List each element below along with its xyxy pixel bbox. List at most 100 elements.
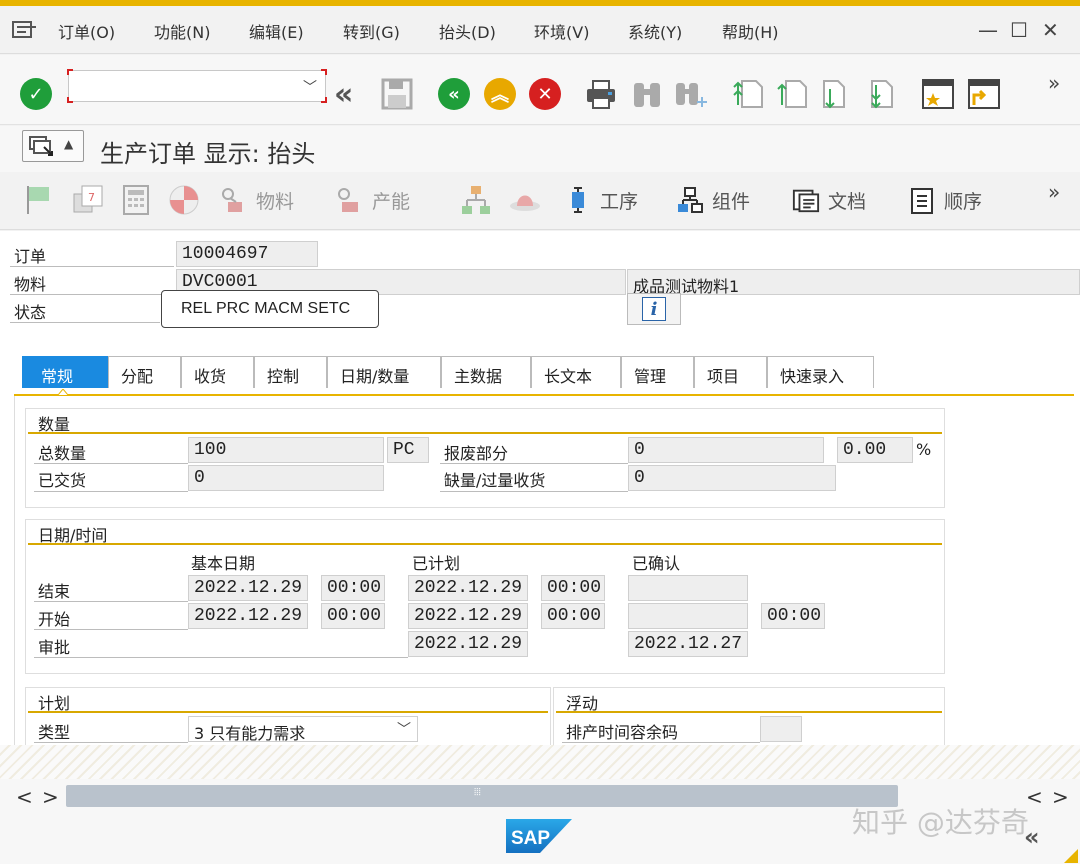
- menu-bar: 订单(O) 功能(N) 编辑(E) 转到(G) 抬头(D) 环境(V) 系统(Y…: [0, 6, 1080, 54]
- calendar-icon[interactable]: 7: [72, 184, 104, 216]
- next-page-icon[interactable]: [820, 77, 854, 111]
- menu-help[interactable]: 帮助(H): [722, 19, 779, 43]
- minimize-button[interactable]: —: [978, 18, 998, 42]
- view-switch-button[interactable]: ▲: [22, 130, 84, 162]
- menu-order[interactable]: 订单(O): [58, 19, 115, 43]
- main-content: 订单 10004697 物料 DVC0001 成品测试物料1 状态 REL PR…: [0, 231, 1080, 779]
- last-page-icon[interactable]: [864, 77, 898, 111]
- start-confirmed-time-field[interactable]: 00:00: [761, 603, 825, 629]
- material-button[interactable]: 物料: [220, 186, 294, 214]
- flag-icon[interactable]: [24, 184, 54, 216]
- capacity-button[interactable]: 产能: [336, 186, 410, 214]
- unit-field[interactable]: PC: [387, 437, 429, 463]
- dates-group: 日期/时间 基本日期 已计划 已确认 结束 2022.12.29 00:00 2…: [25, 519, 945, 674]
- status-field[interactable]: REL PRC MACM SETC: [161, 290, 379, 328]
- create-session-icon[interactable]: [920, 77, 956, 111]
- tab-long-text[interactable]: 长文本: [531, 356, 621, 388]
- order-field[interactable]: 10004697: [176, 241, 318, 267]
- tab-general[interactable]: 常规: [22, 356, 108, 388]
- end-basic-time-field[interactable]: 00:00: [321, 575, 385, 601]
- generate-shortcut-icon[interactable]: [966, 77, 1002, 111]
- hat-icon[interactable]: [508, 186, 542, 214]
- exit-button[interactable]: ︽: [484, 78, 516, 110]
- scrap-field[interactable]: 0: [628, 437, 824, 463]
- end-label: 结束: [38, 582, 71, 601]
- tab-dates-quantities[interactable]: 日期/数量: [327, 356, 441, 388]
- start-confirmed-date-field[interactable]: [628, 603, 748, 629]
- save-icon[interactable]: [380, 77, 414, 111]
- end-scheduled-time-field[interactable]: 00:00: [541, 575, 605, 601]
- toolbar2-overflow-icon[interactable]: »: [1048, 180, 1060, 204]
- cancel-icon: ✕: [529, 78, 561, 110]
- tab-project[interactable]: 项目: [694, 356, 767, 388]
- find-next-icon[interactable]: [674, 77, 710, 111]
- cancel-button[interactable]: ✕: [529, 78, 561, 110]
- find-icon[interactable]: [630, 77, 664, 111]
- end-confirmed-date-field[interactable]: [628, 575, 748, 601]
- first-page-icon[interactable]: [732, 77, 766, 111]
- menu-edit[interactable]: 编辑(E): [249, 19, 304, 43]
- tab-administration[interactable]: 管理: [621, 356, 694, 388]
- start-basic-time-field[interactable]: 00:00: [321, 603, 385, 629]
- back-button[interactable]: «: [438, 78, 470, 110]
- scroll-left-button[interactable]: <: [16, 785, 33, 809]
- scrollbar-thumb[interactable]: ⦙⦙⦙: [66, 785, 898, 807]
- end-basic-date-field[interactable]: 2022.12.29: [188, 575, 308, 601]
- sequence-icon: [911, 188, 933, 214]
- info-icon: i: [642, 297, 666, 321]
- tab-master-data[interactable]: 主数据: [441, 356, 531, 388]
- collapse-status-icon[interactable]: «: [1024, 823, 1040, 851]
- float-group: 浮动 排产时间容余码: [553, 687, 945, 747]
- scroll-right-button[interactable]: >: [42, 785, 59, 809]
- sequence-button[interactable]: 顺序: [908, 186, 982, 214]
- hierarchy-icon[interactable]: [460, 184, 492, 216]
- release-scheduled-date-field[interactable]: 2022.12.29: [408, 631, 528, 657]
- resize-grip-icon[interactable]: [1064, 849, 1078, 863]
- app-menu-icon[interactable]: [12, 20, 38, 40]
- scrap-percent-field[interactable]: 0.00: [837, 437, 913, 463]
- start-basic-date-field[interactable]: 2022.12.29: [188, 603, 308, 629]
- chevron-down-icon[interactable]: ﹀: [303, 77, 317, 97]
- sched-margin-field[interactable]: [760, 716, 802, 742]
- components-button[interactable]: 组件: [676, 186, 750, 214]
- menu-environment[interactable]: 环境(V): [534, 19, 589, 43]
- calculator-icon[interactable]: [122, 184, 150, 216]
- standard-toolbar: ✓ ﹀ « « ︽ ✕ »: [0, 55, 1080, 125]
- delivered-field[interactable]: 0: [188, 465, 384, 491]
- menu-goto[interactable]: 转到(G): [343, 19, 400, 43]
- scheduling-type-select[interactable]: 3 只有能力需求 ﹀: [188, 716, 418, 742]
- release-confirmed-date-field[interactable]: 2022.12.27: [628, 631, 748, 657]
- tab-assignment[interactable]: 分配: [108, 356, 181, 388]
- menu-header[interactable]: 抬头(D): [439, 19, 496, 43]
- short-excess-field[interactable]: 0: [628, 465, 836, 491]
- command-input[interactable]: [73, 75, 293, 97]
- confirmed-header: 已确认: [632, 554, 681, 573]
- menu-system[interactable]: 系统(Y): [628, 19, 682, 43]
- status-info-button[interactable]: i: [627, 293, 681, 325]
- documents-button[interactable]: 文档: [792, 186, 866, 214]
- end-scheduled-date-field[interactable]: 2022.12.29: [408, 575, 528, 601]
- tab-quick-entry[interactable]: 快速录入: [767, 356, 874, 388]
- operations-button[interactable]: 工序: [564, 186, 638, 214]
- back-icon: «: [438, 78, 470, 110]
- collapse-toolbar-icon[interactable]: «: [334, 77, 353, 112]
- svg-text:7: 7: [88, 191, 95, 204]
- basic-dates-header: 基本日期: [191, 554, 256, 573]
- scroll-right-end-button[interactable]: >: [1052, 785, 1069, 809]
- material-description: 成品测试物料1: [627, 269, 1080, 295]
- command-field[interactable]: ﹀: [67, 69, 327, 103]
- tab-goods-receipt[interactable]: 收货: [181, 356, 254, 388]
- start-scheduled-time-field[interactable]: 00:00: [541, 603, 605, 629]
- enter-button[interactable]: ✓: [20, 78, 52, 110]
- start-scheduled-date-field[interactable]: 2022.12.29: [408, 603, 528, 629]
- menu-function[interactable]: 功能(N): [154, 19, 210, 43]
- tab-control[interactable]: 控制: [254, 356, 327, 388]
- total-quantity-label: 总数量: [38, 444, 87, 463]
- toolbar-overflow-icon[interactable]: »: [1048, 71, 1060, 95]
- maximize-button[interactable]: ☐: [1010, 18, 1028, 42]
- costs-pie-icon[interactable]: [168, 184, 200, 216]
- previous-page-icon[interactable]: [776, 77, 810, 111]
- close-window-button[interactable]: ✕: [1042, 18, 1059, 42]
- total-quantity-field[interactable]: 100: [188, 437, 384, 463]
- print-icon[interactable]: [584, 77, 618, 111]
